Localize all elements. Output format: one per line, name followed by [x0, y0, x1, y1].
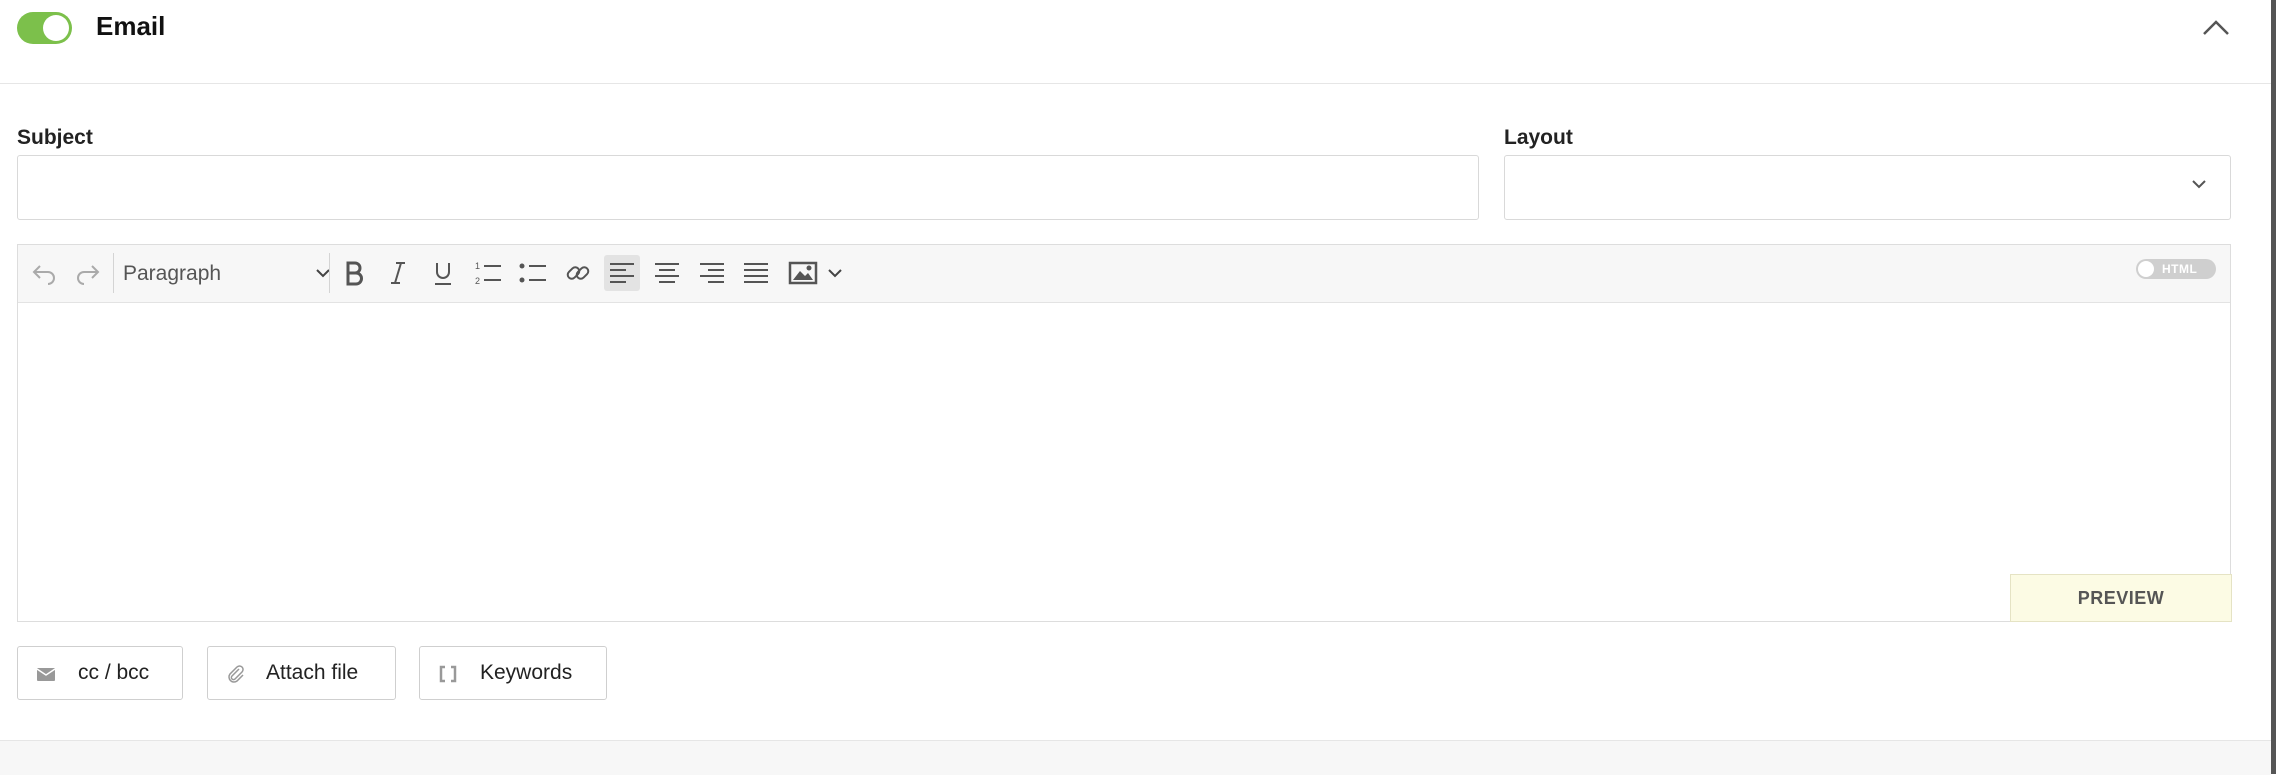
insert-image-button[interactable] — [785, 255, 821, 291]
svg-text:2: 2 — [475, 276, 480, 286]
align-right-button[interactable] — [694, 255, 730, 291]
cc-bcc-button[interactable]: cc / bcc — [17, 646, 183, 700]
envelope-icon — [36, 668, 56, 681]
undo-icon — [32, 265, 55, 285]
attach-file-button[interactable]: Attach file — [207, 646, 396, 700]
paperclip-icon — [228, 665, 244, 683]
section-title: Email — [96, 11, 166, 41]
underline-icon — [435, 263, 451, 285]
editor-content-area[interactable] — [18, 302, 2230, 621]
layout-select[interactable] — [1504, 155, 2231, 220]
underline-button[interactable] — [425, 255, 461, 291]
layout-label: Layout — [1504, 126, 1573, 149]
align-justify-button[interactable] — [738, 255, 774, 291]
html-toggle-knob — [2138, 261, 2154, 277]
align-center-icon — [655, 263, 679, 283]
editor-toolbar: Paragraph 1 2 HTML — [18, 245, 2230, 303]
more-options-button[interactable] — [823, 255, 847, 291]
link-button[interactable] — [560, 255, 596, 291]
chevron-up-icon — [2203, 20, 2229, 35]
cc-bcc-label: cc / bcc — [78, 661, 150, 684]
italic-icon — [391, 262, 405, 284]
window-edge — [2271, 0, 2276, 774]
html-mode-toggle[interactable]: HTML — [2136, 259, 2216, 279]
bulleted-list-button[interactable] — [515, 255, 551, 291]
align-left-icon — [610, 263, 634, 283]
preview-label: PREVIEW — [2077, 587, 2165, 608]
redo-button[interactable] — [70, 255, 106, 291]
italic-button[interactable] — [380, 255, 416, 291]
svg-text:1: 1 — [475, 261, 480, 271]
keywords-button[interactable]: Keywords — [419, 646, 607, 700]
block-format-value: Paragraph — [123, 262, 222, 285]
bold-icon — [346, 261, 363, 286]
brackets-icon — [439, 665, 457, 683]
keywords-label: Keywords — [480, 661, 573, 684]
preview-button[interactable]: PREVIEW — [2010, 574, 2232, 622]
numbered-list-button[interactable]: 1 2 — [470, 255, 506, 291]
footer-strip — [0, 740, 2271, 775]
section-header: Email — [0, 0, 2271, 84]
align-justify-icon — [744, 263, 768, 283]
bulleted-list-icon — [519, 263, 546, 283]
rich-text-editor: Paragraph 1 2 HTML — [17, 244, 2231, 622]
image-icon — [788, 261, 818, 285]
attach-file-label: Attach file — [266, 661, 359, 684]
align-left-button[interactable] — [604, 255, 640, 291]
chevron-down-icon — [2192, 180, 2206, 189]
link-icon — [566, 266, 590, 280]
email-enabled-toggle[interactable] — [17, 12, 72, 44]
subject-label: Subject — [17, 126, 93, 149]
subject-input[interactable] — [17, 155, 1479, 220]
toolbar-separator — [113, 253, 114, 293]
align-right-icon — [700, 263, 724, 283]
toolbar-separator — [329, 253, 330, 293]
chevron-down-icon — [828, 269, 842, 278]
toggle-knob — [43, 15, 69, 41]
collapse-button[interactable] — [2199, 12, 2233, 42]
block-format-select[interactable]: Paragraph — [115, 255, 337, 291]
undo-button[interactable] — [26, 255, 62, 291]
align-center-button[interactable] — [649, 255, 685, 291]
numbered-list-icon: 1 2 — [475, 261, 501, 286]
redo-icon — [77, 265, 100, 285]
html-toggle-label: HTML — [2162, 262, 2198, 276]
bold-button[interactable] — [336, 255, 372, 291]
